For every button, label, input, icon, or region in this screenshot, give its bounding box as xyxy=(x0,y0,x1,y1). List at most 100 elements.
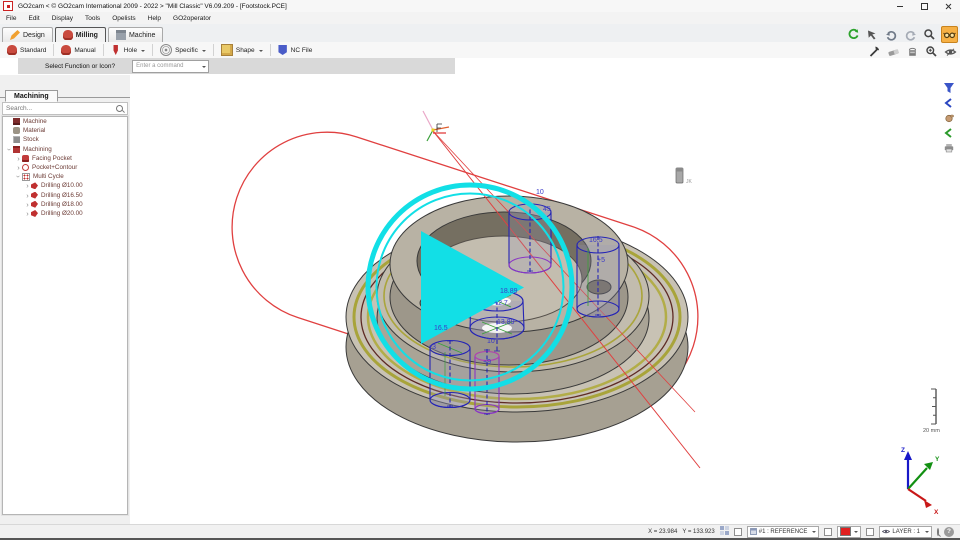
tree-item-label: Facing Pocket xyxy=(32,155,72,162)
tree-item-pocket-contour[interactable]: › Pocket+Contour xyxy=(3,163,127,172)
standard-button[interactable]: Standard xyxy=(0,43,53,57)
drill-cylinder xyxy=(577,236,619,317)
tree-chevron-icon[interactable]: › xyxy=(24,210,31,217)
undo-icon[interactable] xyxy=(884,27,899,42)
tree-item-drilling-18-00[interactable]: ›Drilling Ø18.00 xyxy=(3,200,127,209)
layer-checkbox[interactable] xyxy=(866,528,874,536)
search-box[interactable] xyxy=(2,102,128,115)
manual-icon xyxy=(61,45,71,55)
reference-combobox[interactable]: #1 : REFERENCE xyxy=(747,526,820,538)
tree-item-label: Machining xyxy=(23,146,52,153)
nc-file-button[interactable]: NC File xyxy=(271,43,320,57)
pointer-icon[interactable] xyxy=(865,27,880,42)
ncfile-icon xyxy=(278,45,288,55)
chevron-down-icon xyxy=(925,531,929,535)
menu-opelists[interactable]: Opelists xyxy=(106,15,141,22)
tree-item-multi-cycle[interactable]: › Multi Cycle xyxy=(3,172,127,181)
tab-milling[interactable]: Milling xyxy=(55,27,106,43)
color-picker[interactable] xyxy=(837,526,861,538)
dimension-label: 13.89 xyxy=(497,319,515,326)
color-checkbox[interactable] xyxy=(824,528,832,536)
printer-icon[interactable] xyxy=(941,141,957,154)
paint-pot-icon[interactable] xyxy=(905,44,920,59)
button-label: Standard xyxy=(20,47,46,54)
3d-viewport[interactable]: JK 20 mm xyxy=(130,75,960,524)
tab-machining[interactable]: Machining xyxy=(5,90,58,102)
chevron-left-blue-icon[interactable] xyxy=(941,96,957,109)
tab-label: Machine xyxy=(129,32,155,39)
layer-combobox[interactable]: LAYER : 1 xyxy=(879,526,932,538)
menu-edit[interactable]: Edit xyxy=(22,15,45,22)
zoom-selection-button[interactable] xyxy=(937,529,939,535)
tree-item-facing-pocket[interactable]: › Facing Pocket xyxy=(3,154,127,163)
window-title: GO2cam < © GO2cam International 2009 - 2… xyxy=(18,3,287,10)
search-input[interactable] xyxy=(3,105,116,112)
menu-display[interactable]: Display xyxy=(46,15,79,22)
machining-icon xyxy=(13,146,20,153)
tree-chevron-icon[interactable]: › xyxy=(15,164,22,171)
eraser-icon[interactable] xyxy=(886,44,901,59)
menu-tools[interactable]: Tools xyxy=(79,15,106,22)
command-combobox[interactable]: Enter a command xyxy=(132,60,209,73)
reference-value: #1 : REFERENCE xyxy=(759,529,808,535)
zoom-plus-icon[interactable] xyxy=(924,44,939,59)
dimension-label: +2.7 xyxy=(494,300,508,307)
help-button[interactable]: ? xyxy=(944,527,954,537)
tree-item-machine[interactable]: Machine xyxy=(3,117,127,126)
tab-machine[interactable]: Machine xyxy=(108,27,163,42)
specific-icon xyxy=(160,44,172,56)
tree-item-material[interactable]: Material xyxy=(3,126,127,135)
tree-item-label: Pocket+Contour xyxy=(32,164,77,171)
machining-tree: MachineMaterialStock›Machining›Facing Po… xyxy=(2,116,128,515)
close-button[interactable] xyxy=(936,0,960,12)
tree-item-drilling-20-00[interactable]: ›Drilling Ø20.00 xyxy=(3,209,127,218)
tree-chevron-icon[interactable]: › xyxy=(24,182,31,189)
snap-grid-icon[interactable] xyxy=(720,526,729,537)
dimension-label: 18.89 xyxy=(500,288,518,295)
refresh-icon[interactable] xyxy=(846,27,861,42)
origin-marker xyxy=(423,111,449,141)
glasses-icon[interactable] xyxy=(941,26,958,43)
tab-label: Design xyxy=(23,32,45,39)
tree-item-drilling-16-50[interactable]: › Drilling Ø16.50 xyxy=(3,191,127,200)
tree-chevron-icon[interactable]: › xyxy=(24,192,31,199)
specific-button[interactable]: Specific xyxy=(153,43,213,57)
chevron-down-icon xyxy=(202,50,206,54)
panel-tab-strip: Machining xyxy=(0,84,130,98)
shape-button[interactable]: Shape xyxy=(214,43,270,57)
button-label: Shape xyxy=(236,47,255,54)
maximize-button[interactable] xyxy=(912,0,936,12)
menu-go2operator[interactable]: GO2operator xyxy=(167,15,217,22)
tree-chevron-icon[interactable]: › xyxy=(15,155,22,162)
current-color-swatch xyxy=(840,527,851,536)
redo-icon[interactable] xyxy=(903,27,918,42)
close-icon xyxy=(945,3,952,10)
hole-button[interactable]: Hole xyxy=(104,43,152,57)
command-combobox-value: Enter a command xyxy=(136,63,183,69)
tab-design[interactable]: Design xyxy=(2,27,53,42)
tree-chevron-icon[interactable]: › xyxy=(24,201,31,208)
tree-item-label: Drilling Ø16.50 xyxy=(41,192,83,199)
menu-help[interactable]: Help xyxy=(142,15,167,22)
reference-checkbox[interactable] xyxy=(734,528,742,536)
chevron-left-green-icon[interactable] xyxy=(941,126,957,139)
minimize-button[interactable] xyxy=(888,0,912,12)
carve-tools-icon[interactable] xyxy=(867,44,882,59)
button-label: Hole xyxy=(124,47,137,54)
zoom-icon[interactable] xyxy=(922,27,937,42)
facing-pocket-icon xyxy=(22,155,29,162)
filter-icon[interactable] xyxy=(941,81,957,94)
pan-hand-icon[interactable] xyxy=(941,111,957,124)
tree-item-label: Multi Cycle xyxy=(33,173,64,180)
menu-file[interactable]: File xyxy=(0,15,22,22)
3d-scene[interactable]: JK 20 mm xyxy=(130,75,960,524)
tree-item-stock[interactable]: Stock xyxy=(3,135,127,144)
maximize-icon xyxy=(921,3,928,10)
tree-item-machining[interactable]: › Machining xyxy=(3,145,127,154)
tree-chevron-icon[interactable]: › xyxy=(15,173,22,180)
tree-chevron-icon[interactable]: › xyxy=(6,146,13,153)
svg-text:Y: Y xyxy=(935,456,940,463)
eye-icon[interactable] xyxy=(943,44,958,59)
manual-button[interactable]: Manual xyxy=(54,43,102,57)
tree-item-drilling-10-00[interactable]: ›Drilling Ø10.00 xyxy=(3,181,127,190)
